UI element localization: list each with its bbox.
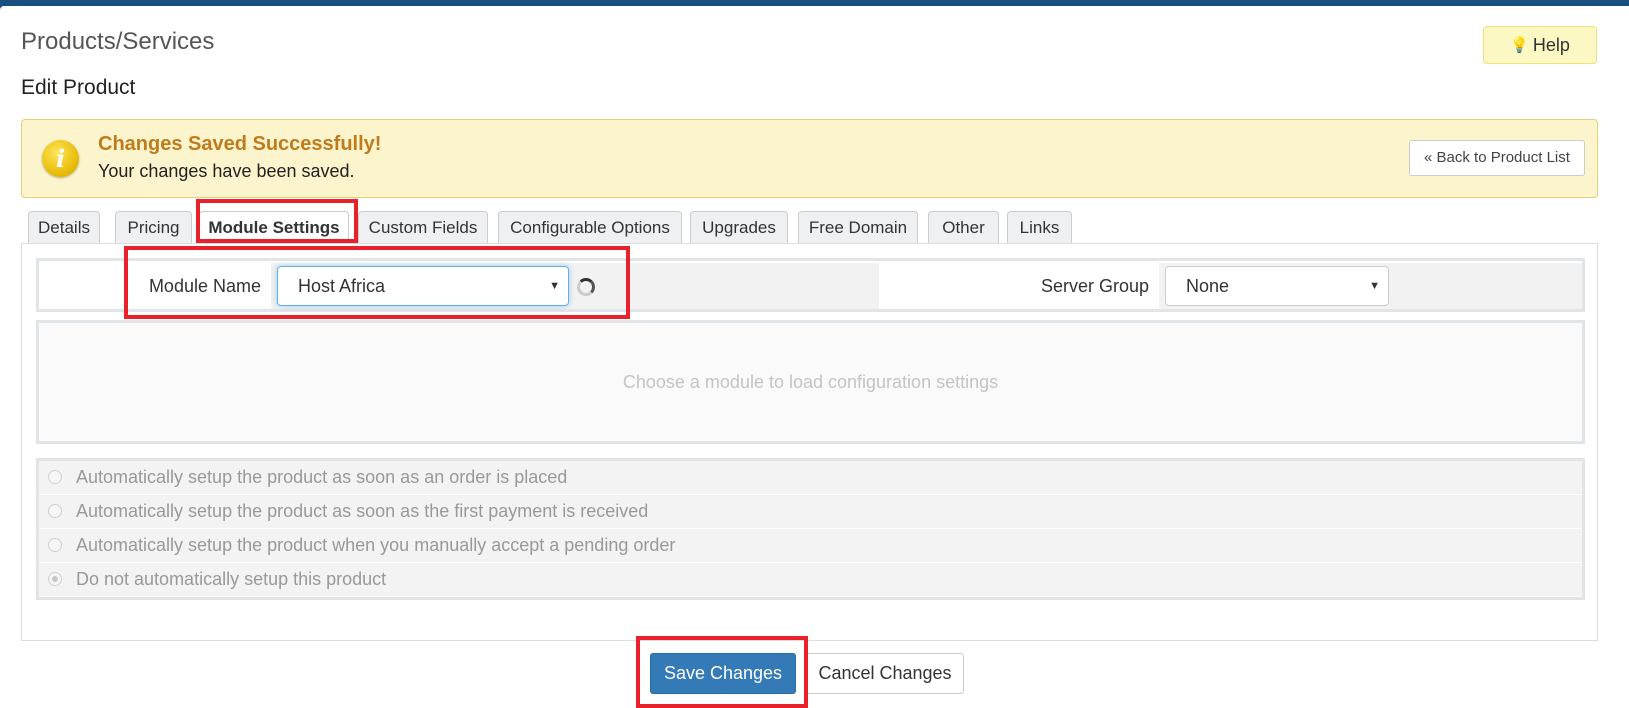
setup-option-row[interactable]: Automatically setup the product as soon … xyxy=(39,495,1582,529)
help-label: Help xyxy=(1532,34,1570,55)
server-group-label: Server Group xyxy=(1040,276,1149,296)
tab-other[interactable]: Other xyxy=(928,211,999,244)
module-settings-panel: Module Name Host Africa ▼ Server Group N… xyxy=(21,243,1598,641)
setup-options-group: Automatically setup the product as soon … xyxy=(36,458,1585,600)
setup-option-row[interactable]: Automatically setup the product when you… xyxy=(39,529,1582,563)
cancel-changes-button[interactable]: Cancel Changes xyxy=(806,653,964,694)
server-group-select[interactable]: None ▼ xyxy=(1165,266,1389,306)
tab-upgrades[interactable]: Upgrades xyxy=(690,211,788,244)
module-name-select[interactable]: Host Africa ▼ xyxy=(277,266,569,306)
server-group-value: None xyxy=(1186,276,1230,296)
setup-option-label: Automatically setup the product as soon … xyxy=(76,501,649,521)
setup-option-radio[interactable] xyxy=(48,470,62,484)
tab-custom-fields[interactable]: Custom Fields xyxy=(358,211,488,244)
chevron-down-icon: ▼ xyxy=(549,280,560,292)
setup-option-radio[interactable] xyxy=(48,504,62,518)
setup-option-label: Automatically setup the product when you… xyxy=(76,535,676,555)
success-alert: i Changes Saved Successfully! Your chang… xyxy=(21,119,1598,198)
info-icon: i xyxy=(42,140,79,177)
module-name-value: Host Africa xyxy=(298,276,386,296)
save-changes-button[interactable]: Save Changes xyxy=(650,653,796,694)
setup-option-label: Do not automatically setup this product xyxy=(76,569,387,589)
module-settings-row: Module Name Host Africa ▼ Server Group N… xyxy=(36,258,1585,312)
setup-option-label: Automatically setup the product as soon … xyxy=(76,467,568,487)
setup-option-radio[interactable] xyxy=(48,538,62,552)
page-subtitle: Edit Product xyxy=(21,76,136,99)
help-button[interactable]: 💡 Help xyxy=(1483,26,1597,64)
server-group-cell: None ▼ xyxy=(1159,263,1582,309)
loading-spinner-icon xyxy=(577,278,595,296)
module-config-placeholder: Choose a module to load configuration se… xyxy=(36,320,1585,444)
alert-title: Changes Saved Successfully! xyxy=(98,133,382,155)
chevron-down-icon: ▼ xyxy=(1369,280,1380,292)
setup-option-row[interactable]: Do not automatically setup this product xyxy=(39,563,1582,596)
tab-pricing[interactable]: Pricing xyxy=(115,211,192,244)
alert-message: Your changes have been saved. xyxy=(98,161,355,181)
lightbulb-icon: 💡 xyxy=(1510,37,1529,54)
page: Products/Services 💡 Help Edit Product i … xyxy=(0,6,1629,708)
module-name-cell: Host Africa ▼ xyxy=(271,263,879,309)
tab-links[interactable]: Links xyxy=(1007,211,1072,244)
tab-module-settings[interactable]: Module Settings xyxy=(199,211,349,246)
module-name-label: Module Name xyxy=(148,276,261,296)
tab-free-domain[interactable]: Free Domain xyxy=(798,211,918,244)
tab-details[interactable]: Details xyxy=(28,211,100,244)
back-to-product-list-button[interactable]: « Back to Product List xyxy=(1409,140,1585,176)
setup-option-radio-checked[interactable] xyxy=(48,572,62,586)
setup-option-row[interactable]: Automatically setup the product as soon … xyxy=(39,461,1582,495)
tab-configurable-options[interactable]: Configurable Options xyxy=(498,211,682,244)
page-title: Products/Services xyxy=(21,28,215,55)
